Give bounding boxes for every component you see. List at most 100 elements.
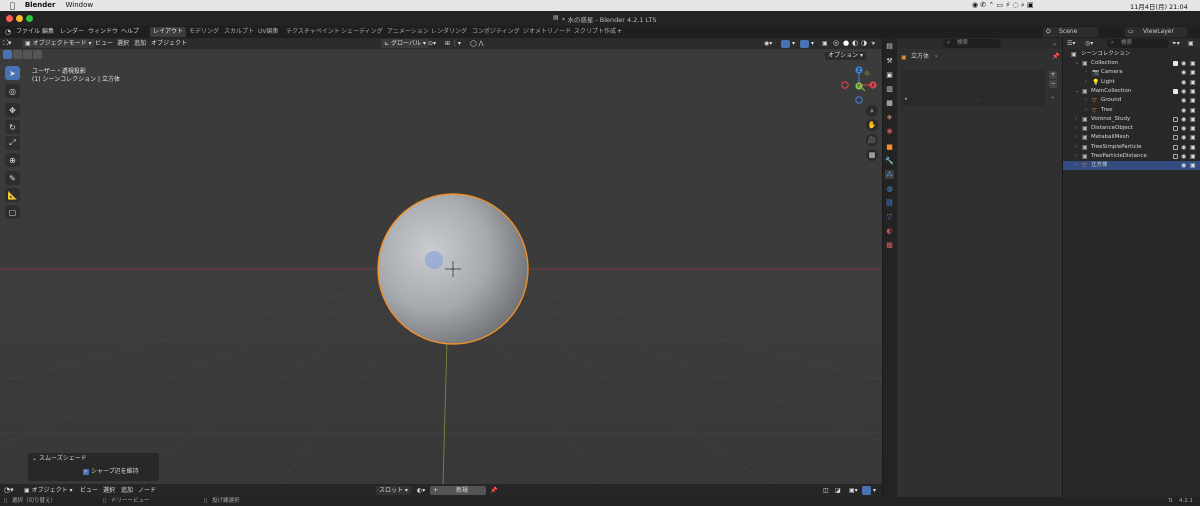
scene-tab-icon[interactable]: ◈ [885,112,894,121]
outliner-root-row[interactable]: ▣ シーンコレクション [1063,50,1200,59]
render-camera-icon[interactable]: ▣ [1190,124,1196,133]
outliner-search-input[interactable]: ⌕ 検索 [1107,39,1169,48]
expand-arrow-icon[interactable]: › [1085,106,1087,115]
menu-file[interactable]: ファイル [16,26,40,38]
output-tab-icon[interactable]: ▥ [885,84,894,93]
view-layer-selector[interactable]: ▭ ViewLayer [1125,27,1187,37]
exclude-checkbox[interactable] [1173,154,1178,159]
expand-arrow-icon[interactable]: › [1085,96,1087,105]
collapse-arrow-icon[interactable]: ⌄ [1075,59,1079,68]
object-data-tab-icon[interactable]: ▽ [885,212,894,221]
physics-tab-icon[interactable]: ◍ [885,184,894,193]
select-subtract-mode-icon[interactable] [23,50,32,59]
gizmo-dropdown-icon[interactable]: ▾ [792,38,795,49]
render-camera-icon[interactable]: ▣ [1190,161,1196,170]
menu-select[interactable]: 選択 [103,484,115,497]
snap-toggle-icon[interactable]: ◫ [823,484,829,497]
resize-handle-icon[interactable]: ∷ [977,97,980,103]
editor-type-icon[interactable]: ⛶▾ [3,38,11,49]
remove-slot-button[interactable]: − [1049,80,1057,88]
render-camera-icon[interactable]: ▣ [1190,59,1196,68]
select-tool-icon[interactable]: ➤ [5,66,20,80]
add-workspace-button[interactable]: + [614,27,625,37]
mode-selector[interactable]: ▣ オブジェクトモード ▾ [22,39,95,48]
menu-object[interactable]: オブジェクト [151,38,187,49]
overlay-toggle-button[interactable] [862,486,871,495]
eye-icon[interactable]: ◉ [1181,124,1186,133]
constraints-tab-icon[interactable]: ⛓ [885,198,894,207]
options-dropdown[interactable]: オプション ▾ [825,52,866,60]
outliner-row[interactable]: ⌄ ▣ Collection ◉ ▣ [1063,59,1200,68]
chevron-down-icon[interactable]: ⌄ [1052,39,1057,48]
tool-tab-icon[interactable]: ⚒ [885,56,894,65]
material-browse-icon[interactable]: ◐▾ [417,484,425,497]
eye-icon[interactable]: ◉ [1181,96,1186,105]
select-extend-mode-icon[interactable] [13,50,22,59]
eye-icon[interactable]: ◉ [1181,161,1186,170]
eye-icon[interactable]: ◉ [1181,59,1186,68]
menu-view[interactable]: ビュー [80,484,98,497]
object-type-selector[interactable]: ▣ オブジェクト ▾ [24,484,73,497]
eye-icon[interactable]: ◉ [1181,68,1186,77]
tab-texture-paint[interactable]: テクスチャペイント [283,27,343,37]
render-camera-icon[interactable]: ▣ [1190,87,1196,96]
measure-tool-icon[interactable]: 📐 [5,188,20,202]
filter-icon[interactable]: ⏷▾ [1172,38,1180,49]
cursor-tool-icon[interactable]: ◎ [5,84,20,98]
exclude-checkbox[interactable] [1173,61,1178,66]
visibility-icon[interactable]: ◉▾ [764,38,772,49]
shading-solid-icon[interactable]: ● [843,38,849,49]
outliner-row[interactable]: › ▽ 立方体 ◉ ▣ [1063,161,1200,171]
menu-select[interactable]: 選択 [117,38,129,49]
material-tab-icon[interactable]: ◐ [885,226,894,235]
eye-icon[interactable]: ◉ [1181,133,1186,142]
ortho-grid-icon[interactable]: ▦ [866,149,878,161]
expand-arrow-icon[interactable]: › [1075,124,1077,133]
display-mode-icon[interactable]: ◎▾ [1085,38,1093,49]
outliner-row[interactable]: › ▣ Voronoi_Study ◉ ▣ [1063,115,1200,124]
add-slot-button[interactable]: + [1049,71,1057,79]
texture-tab-icon[interactable]: ▩ [885,240,894,249]
expand-arrow-icon[interactable]: › [1075,152,1077,161]
shading-wireframe-icon[interactable]: ◎ [833,38,839,49]
exclude-checkbox[interactable] [1173,135,1178,141]
pan-hand-icon[interactable]: ✋ [866,119,878,131]
select-intersect-mode-icon[interactable] [33,50,42,59]
tab-modeling[interactable]: モデリング [186,27,222,37]
menu-window[interactable]: ウィンドウ [88,26,118,38]
expand-arrow-icon[interactable]: › [1085,78,1087,87]
tab-compositing[interactable]: コンポジティング [469,27,523,37]
menu-view[interactable]: ビュー [95,38,113,49]
blender-logo-icon[interactable]: ◔ [5,26,11,38]
tab-layout[interactable]: レイアウト [150,27,187,37]
new-material-button[interactable]: + 新規 [430,486,486,495]
expand-arrow-icon[interactable]: › [1085,68,1087,77]
add-cube-tool-icon[interactable]: ▢ [5,205,20,219]
keep-sharp-edges-checkbox[interactable]: ✓ [83,469,89,475]
slot-menu-icon[interactable]: ⌄ [1050,93,1055,100]
overlay-icon[interactable]: ◪ [835,484,841,497]
pin-icon[interactable]: 📌 [1052,53,1059,60]
render-camera-icon[interactable]: ▣ [1190,152,1196,161]
tab-sculpt[interactable]: スカルプト [221,27,257,37]
outliner-row[interactable]: › ▣ MetaballMesh ◉ ▣ [1063,133,1200,142]
expand-arrow-icon[interactable]: › [1075,115,1077,124]
exclude-checkbox[interactable] [1173,88,1178,94]
eye-icon[interactable]: ◉ [1181,152,1186,161]
expand-arrow-icon[interactable]: ▸ [905,96,908,102]
close-window-button[interactable] [6,15,13,22]
menu-render[interactable]: レンダー [60,26,84,38]
window-menu[interactable]: Window [66,0,94,11]
tab-uv-editing[interactable]: UV編集 [255,27,282,37]
scale-tool-icon[interactable]: ⤢ [5,136,20,150]
area-divider[interactable] [882,38,883,497]
editor-type-icon[interactable]: ▤ [885,41,894,50]
rotate-tool-icon[interactable]: ↻ [5,120,20,134]
outliner-row[interactable]: › 💡 Light ◉ ▣ [1063,78,1200,87]
collapse-arrow-icon[interactable]: ⌄ [1075,87,1079,96]
object-tab-icon[interactable]: ■ [885,142,894,151]
particle-system-list[interactable]: ▸ ∷ [901,70,1045,106]
outliner-row[interactable]: › ▣ TreeParticleDistance ◉ ▣ [1063,152,1200,161]
area-divider[interactable] [1062,38,1063,497]
render-camera-icon[interactable]: ▣ [1190,115,1196,124]
